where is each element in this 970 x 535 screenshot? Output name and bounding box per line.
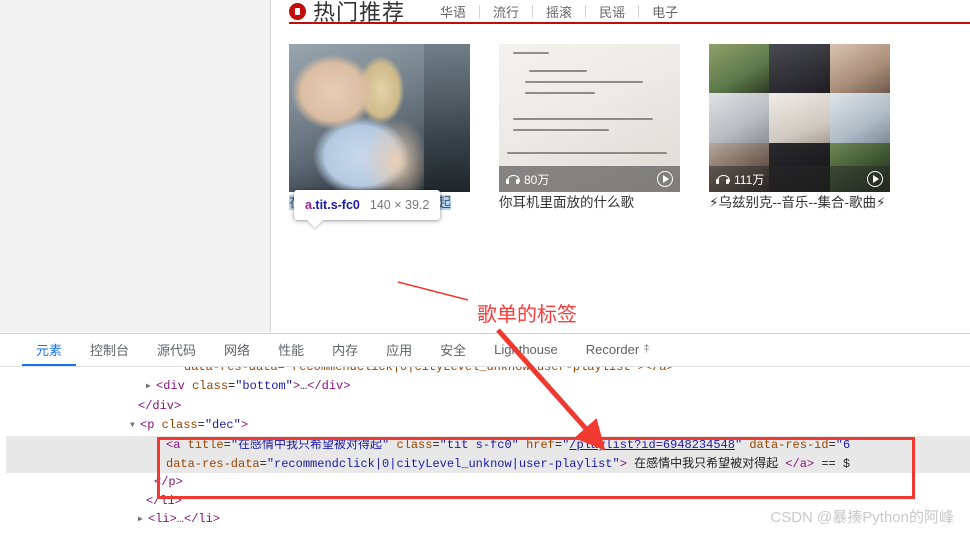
playlist-title-link[interactable]: 你耳机里面放的什么歌	[499, 195, 634, 210]
annotation-label: 歌单的标签	[477, 304, 577, 326]
tab-label: 网络	[224, 342, 251, 358]
tab-label: 元素	[36, 342, 63, 358]
screenshot-root: 热门推荐 华语 流行 摇滚 民谣 电子 在感情中我只希望被对得起	[0, 0, 970, 535]
tab-sources[interactable]: 源代码	[143, 334, 210, 366]
play-button-icon[interactable]	[867, 171, 883, 187]
dom-line-selected-a-1[interactable]: <a title="在感情中我只希望被对得起" class="tit s-fc0…	[6, 436, 970, 455]
play-count-bar: 111万	[709, 166, 890, 192]
play-button-icon[interactable]	[657, 171, 673, 187]
dom-attr-resid-value: "6	[835, 438, 851, 452]
dom-attr-resdata-value: "recommendclick|0|cityLevel_unknow|user-…	[266, 456, 620, 471]
tab-memory[interactable]: 内存	[318, 334, 372, 366]
page-left-margin	[0, 0, 271, 332]
category-link-1[interactable]: 流行	[480, 2, 532, 21]
tab-label: 内存	[332, 342, 359, 358]
playlist-cover-image[interactable]: 111万	[709, 44, 890, 192]
collapse-triangle-icon[interactable]	[130, 415, 140, 436]
dom-attr-name: class	[161, 417, 198, 432]
webpage-viewport: 热门推荐 华语 流行 摇滚 民谣 电子 在感情中我只希望被对得起	[272, 0, 970, 332]
headphone-icon	[716, 174, 730, 184]
devtools-tabbar: 元素 控制台 源代码 网络 性能 内存 应用 安全 Lighthouse Rec…	[0, 334, 970, 367]
tab-lighthouse[interactable]: Lighthouse	[480, 334, 572, 366]
play-count: 80万	[524, 172, 550, 187]
tab-recorder[interactable]: Recorder ⤉	[572, 334, 663, 366]
tab-console[interactable]: 控制台	[76, 334, 143, 366]
dom-tag-name: div	[163, 378, 185, 393]
dom-attr-name: class	[192, 378, 229, 393]
tab-label: 安全	[440, 342, 467, 358]
dom-line-selected-a-2[interactable]: data-res-data="recommendclick|0|cityLeve…	[6, 454, 970, 473]
tab-label: 性能	[278, 342, 305, 358]
category-link-2[interactable]: 摇滚	[533, 2, 585, 21]
dom-line-p-close[interactable]: </p>	[6, 473, 970, 492]
headphone-icon	[506, 174, 520, 184]
dom-tag-name: p	[147, 417, 155, 432]
dom-line-div-bottom[interactable]: <div class="bottom">…</div>	[6, 377, 970, 398]
tab-label: Lighthouse	[494, 341, 558, 357]
play-count-group: 111万	[716, 171, 764, 188]
dom-attr-title-value: "在感情中我只希望被对得起"	[230, 438, 390, 452]
section-header: 热门推荐 华语 流行 摇滚 民谣 电子	[289, 0, 969, 30]
category-link-4[interactable]: 电子	[639, 2, 691, 21]
playlist-title-wrap: 你耳机里面放的什么歌	[499, 192, 680, 213]
play-count: 111万	[734, 172, 765, 187]
dom-selected-marker: == $	[821, 456, 851, 471]
category-nav: 华语 流行 摇滚 民谣 电子	[427, 2, 691, 21]
playlist-card[interactable]: 111万 ⚡乌兹别克--音乐--集合-歌曲⚡	[709, 44, 890, 213]
tab-label: 源代码	[157, 342, 197, 358]
watermark: CSDN @暴揍Python的阿峰	[770, 509, 954, 526]
tab-security[interactable]: 安全	[426, 334, 480, 366]
tab-elements[interactable]: 元素	[22, 334, 77, 366]
inspector-dimensions: 140 × 39.2	[369, 198, 430, 212]
category-link-0[interactable]: 华语	[427, 2, 479, 21]
dom-line-p-open[interactable]: <p class="dec">	[6, 416, 970, 437]
dom-text: </li>	[146, 493, 183, 508]
playlist-card[interactable]: 在感情中我只希望被对得起	[289, 44, 470, 213]
dom-attr-title: title	[187, 438, 224, 452]
tab-application[interactable]: 应用	[372, 334, 426, 366]
playlist-title-link[interactable]: ⚡乌兹别克--音乐--集合-歌曲⚡	[709, 195, 885, 210]
dom-close-tag: </a>	[785, 456, 815, 471]
dom-gt: >	[619, 456, 627, 471]
dom-attr-class: class	[396, 438, 433, 452]
dom-line-div-close[interactable]: </div>	[6, 397, 970, 416]
devtools-panel: 元素 控制台 源代码 网络 性能 内存 应用 安全 Lighthouse Rec…	[0, 333, 970, 535]
red-circle-logo-icon	[289, 2, 306, 20]
dom-text: data-res-data="recommendclick|0|cityLeve…	[184, 367, 674, 374]
tab-network[interactable]: 网络	[210, 334, 264, 366]
play-count-group: 80万	[506, 171, 549, 188]
playlist-title-wrap: ⚡乌兹别克--音乐--集合-歌曲⚡	[709, 192, 890, 213]
tab-label: 应用	[386, 342, 413, 358]
element-inspector-tooltip: a.tit.s-fc0 140 × 39.2	[294, 190, 441, 220]
dom-attr-resdata: data-res-data	[166, 456, 260, 471]
dom-attr-href: href	[526, 438, 555, 452]
dom-attr-value: "bottom"	[235, 378, 293, 393]
dom-node-text: 在感情中我只希望被对得起	[634, 456, 779, 471]
dom-attr-resid: data-res-id	[749, 438, 829, 452]
play-count-bar: 80万	[499, 166, 680, 192]
dom-attr-class-value: "tit s-fc0"	[439, 438, 519, 452]
playlist-card[interactable]: 80万 你耳机里面放的什么歌	[499, 44, 680, 213]
expand-triangle-icon[interactable]	[146, 376, 156, 397]
tab-performance[interactable]: 性能	[264, 334, 318, 366]
playlist-cover-image[interactable]	[289, 44, 470, 192]
playlist-cover-image[interactable]: 80万	[499, 44, 680, 192]
inspector-class-names: .tit.s-fc0	[311, 198, 360, 212]
dom-tag-name: a	[173, 438, 181, 452]
dom-href-link[interactable]: /playlist?id=6948234548	[569, 438, 735, 452]
header-underline	[289, 22, 970, 24]
playlist-card-list: 在感情中我只希望被对得起 80万	[289, 44, 970, 213]
inspector-selector: a.tit.s-fc0	[305, 196, 360, 214]
recorder-icon: ⤉	[644, 342, 650, 355]
expand-triangle-icon[interactable]	[138, 509, 148, 530]
dom-tag-name-close: div	[321, 378, 344, 393]
dom-text: </div>	[138, 399, 182, 413]
category-link-3[interactable]: 民谣	[586, 2, 638, 21]
dom-attr-value: "dec"	[204, 417, 241, 432]
dom-text: <li>…</li>	[148, 512, 221, 526]
dom-text: </p>	[154, 475, 183, 489]
tab-label: 控制台	[90, 342, 130, 358]
inspector-tag-name: a	[305, 198, 312, 212]
tab-label: Recorder	[585, 341, 640, 357]
